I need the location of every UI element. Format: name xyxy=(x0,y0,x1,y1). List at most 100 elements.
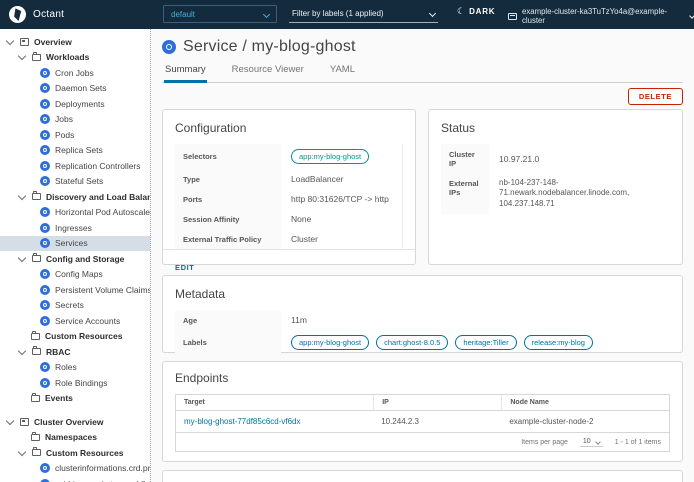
label-badge[interactable]: heritage:Tiller xyxy=(455,335,516,350)
cluster-context-menu[interactable]: example-cluster-ka3TuTzYo4a@example-clus… xyxy=(508,7,694,25)
label-badge[interactable]: chart:ghost-8.0.5 xyxy=(376,335,448,350)
sidebar-item-csidrivers[interactable]: csidrivers.csi.storage.k8s.io xyxy=(0,476,150,482)
sidebar-item-stateful-sets[interactable]: Stateful Sets xyxy=(0,174,150,190)
caret-down-icon[interactable] xyxy=(18,254,26,262)
endpoint-node-name: example-cluster-node-2 xyxy=(501,411,669,433)
sidebar-item-replication-controllers[interactable]: Replication Controllers xyxy=(0,158,150,174)
folder-icon xyxy=(32,348,41,355)
config-row-label: Selectors xyxy=(175,144,281,169)
sidebar-item-workloads[interactable]: Workloads xyxy=(0,50,150,66)
sidebar-item-custom-resources[interactable]: Custom Resources xyxy=(0,329,150,345)
folder-icon xyxy=(31,434,40,441)
endpoint-target-link[interactable]: my-blog-ghost-77df85c6cd-vf6dx xyxy=(184,417,301,426)
applications-icon xyxy=(20,418,29,426)
chevron-down-icon xyxy=(429,10,436,17)
caret-down-icon[interactable] xyxy=(18,448,26,456)
tab-summary[interactable]: Summary xyxy=(164,62,207,83)
sidebar-item-role-bindings[interactable]: Role Bindings xyxy=(0,375,150,391)
role-bindings-icon xyxy=(40,378,50,388)
crd-icon xyxy=(40,463,50,473)
label-filter-input[interactable]: Filter by labels (1 applied) xyxy=(289,5,438,23)
tab-resource-viewer[interactable]: Resource Viewer xyxy=(231,62,305,82)
status-card: Status Cluster IP 10.97.21.0 External IP… xyxy=(428,109,683,265)
sidebar-item-secrets[interactable]: Secrets xyxy=(0,298,150,314)
config-maps-icon xyxy=(40,269,50,279)
edit-link[interactable]: EDIT xyxy=(175,263,194,272)
sidebar-item-persistent-volume-claims[interactable]: Persistent Volume Claims xyxy=(0,282,150,298)
sidebar-item-cron-jobs[interactable]: Cron Jobs xyxy=(0,65,150,81)
external-ip-line: nb-104-237-148-71.newark.nodebalancer.li… xyxy=(499,178,660,199)
sidebar-item-pods[interactable]: Pods xyxy=(0,127,150,143)
sidebar-item-service-accounts[interactable]: Service Accounts xyxy=(0,313,150,329)
sidebar-item-config-maps[interactable]: Config Maps xyxy=(0,267,150,283)
sidebar-item-jobs[interactable]: Jobs xyxy=(0,112,150,128)
sidebar-item-horizontal-pod-autoscalers[interactable]: Horizontal Pod Autoscalers xyxy=(0,205,150,221)
sidebar-item-rbac[interactable]: RBAC xyxy=(0,344,150,360)
pagination-range: 1 - 1 of 1 items xyxy=(615,439,661,446)
config-row-label: Ports xyxy=(175,189,281,209)
label-badges: app:my-blog-ghost chart:ghost-8.0.5 heri… xyxy=(291,335,593,350)
sidebar-item-services[interactable]: Services xyxy=(0,236,150,252)
selector-badge[interactable]: app:my-blog-ghost xyxy=(291,149,369,164)
sidebar-item-deployments[interactable]: Deployments xyxy=(0,96,150,112)
jobs-icon xyxy=(40,114,50,124)
cron-jobs-icon xyxy=(40,68,50,78)
caret-down-icon[interactable] xyxy=(18,347,26,355)
sidebar-item-replica-sets[interactable]: Replica Sets xyxy=(0,143,150,159)
sidebar-item-config-and-storage[interactable]: Config and Storage xyxy=(0,251,150,267)
events-card: Events xyxy=(162,470,683,482)
page-title: Service / my-blog-ghost xyxy=(162,39,683,55)
label-badge[interactable]: release:my-blog xyxy=(524,335,593,350)
caret-down-icon[interactable] xyxy=(6,417,14,425)
folder-icon xyxy=(32,255,41,262)
secrets-icon xyxy=(40,300,50,310)
moon-icon: ☾ xyxy=(457,7,465,16)
label-badge[interactable]: app:my-blog-ghost xyxy=(291,335,369,350)
metadata-title: Metadata xyxy=(175,287,670,301)
service-icon xyxy=(162,40,176,54)
delete-button[interactable]: DELETE xyxy=(628,88,683,105)
sidebar-item-clusterinformations[interactable]: clusterinformations.crd.projec xyxy=(0,461,150,477)
external-ip-line: 104.237.148.71 xyxy=(499,199,555,209)
sidebar-item-roles[interactable]: Roles xyxy=(0,360,150,376)
hpa-icon xyxy=(40,207,50,217)
sidebar-item-namespaces[interactable]: Namespaces xyxy=(0,430,150,446)
status-title: Status xyxy=(441,121,670,135)
sidebar-nav: Overview Workloads Cron Jobs Daemon Sets… xyxy=(0,29,151,482)
chevron-down-icon xyxy=(263,10,270,17)
replica-sets-icon xyxy=(40,145,50,155)
namespace-dropdown[interactable]: default xyxy=(163,5,277,23)
config-row-value: LoadBalancer xyxy=(281,169,402,189)
sidebar-item-cluster-overview[interactable]: Cluster Overview xyxy=(0,414,150,430)
sidebar-item-daemon-sets[interactable]: Daemon Sets xyxy=(0,81,150,97)
configuration-title: Configuration xyxy=(175,121,403,135)
column-header-node-name: Node Name xyxy=(501,395,669,411)
sidebar-item-cluster-custom-resources[interactable]: Custom Resources xyxy=(0,445,150,461)
applications-icon xyxy=(20,38,29,46)
endpoints-card: Endpoints Target IP Node Name my-blog-gh… xyxy=(162,361,683,462)
sidebar-item-discovery-and-load-balancing[interactable]: Discovery and Load Balancing xyxy=(0,189,150,205)
label-filter-text: Filter by labels (1 applied) xyxy=(292,9,384,18)
items-per-page-label: Items per page xyxy=(521,439,568,446)
items-per-page-select[interactable]: 10 xyxy=(580,437,603,447)
metadata-table: Age 11m Labels app:my-blog-ghost chart:g… xyxy=(175,310,670,355)
sidebar-item-events[interactable]: Events xyxy=(0,391,150,407)
status-row-value: 10.97.21.0 xyxy=(489,144,670,173)
caret-down-icon[interactable] xyxy=(6,37,14,45)
metadata-card: Metadata Age 11m Labels app:my-blog-ghos… xyxy=(162,275,683,353)
sidebar-item-overview[interactable]: Overview xyxy=(0,34,150,50)
folder-icon xyxy=(31,395,40,402)
page-title-text: Service / my-blog-ghost xyxy=(183,38,356,56)
metadata-labels-label: Labels xyxy=(175,330,281,355)
metadata-labels-value: app:my-blog-ghost chart:ghost-8.0.5 heri… xyxy=(281,330,670,355)
caret-down-icon[interactable] xyxy=(18,192,26,200)
sidebar-item-ingresses[interactable]: Ingresses xyxy=(0,220,150,236)
column-header-target: Target xyxy=(176,395,373,411)
tab-yaml[interactable]: YAML xyxy=(329,62,356,82)
ingresses-icon xyxy=(40,223,50,233)
theme-toggle-label: DARK xyxy=(469,7,495,16)
status-row-value: nb-104-237-148-71.newark.nodebalancer.li… xyxy=(489,173,670,214)
theme-toggle[interactable]: ☾ DARK xyxy=(457,7,495,16)
caret-down-icon[interactable] xyxy=(18,52,26,60)
endpoints-table-footer: Items per page 10 1 - 1 of 1 items xyxy=(176,433,669,451)
